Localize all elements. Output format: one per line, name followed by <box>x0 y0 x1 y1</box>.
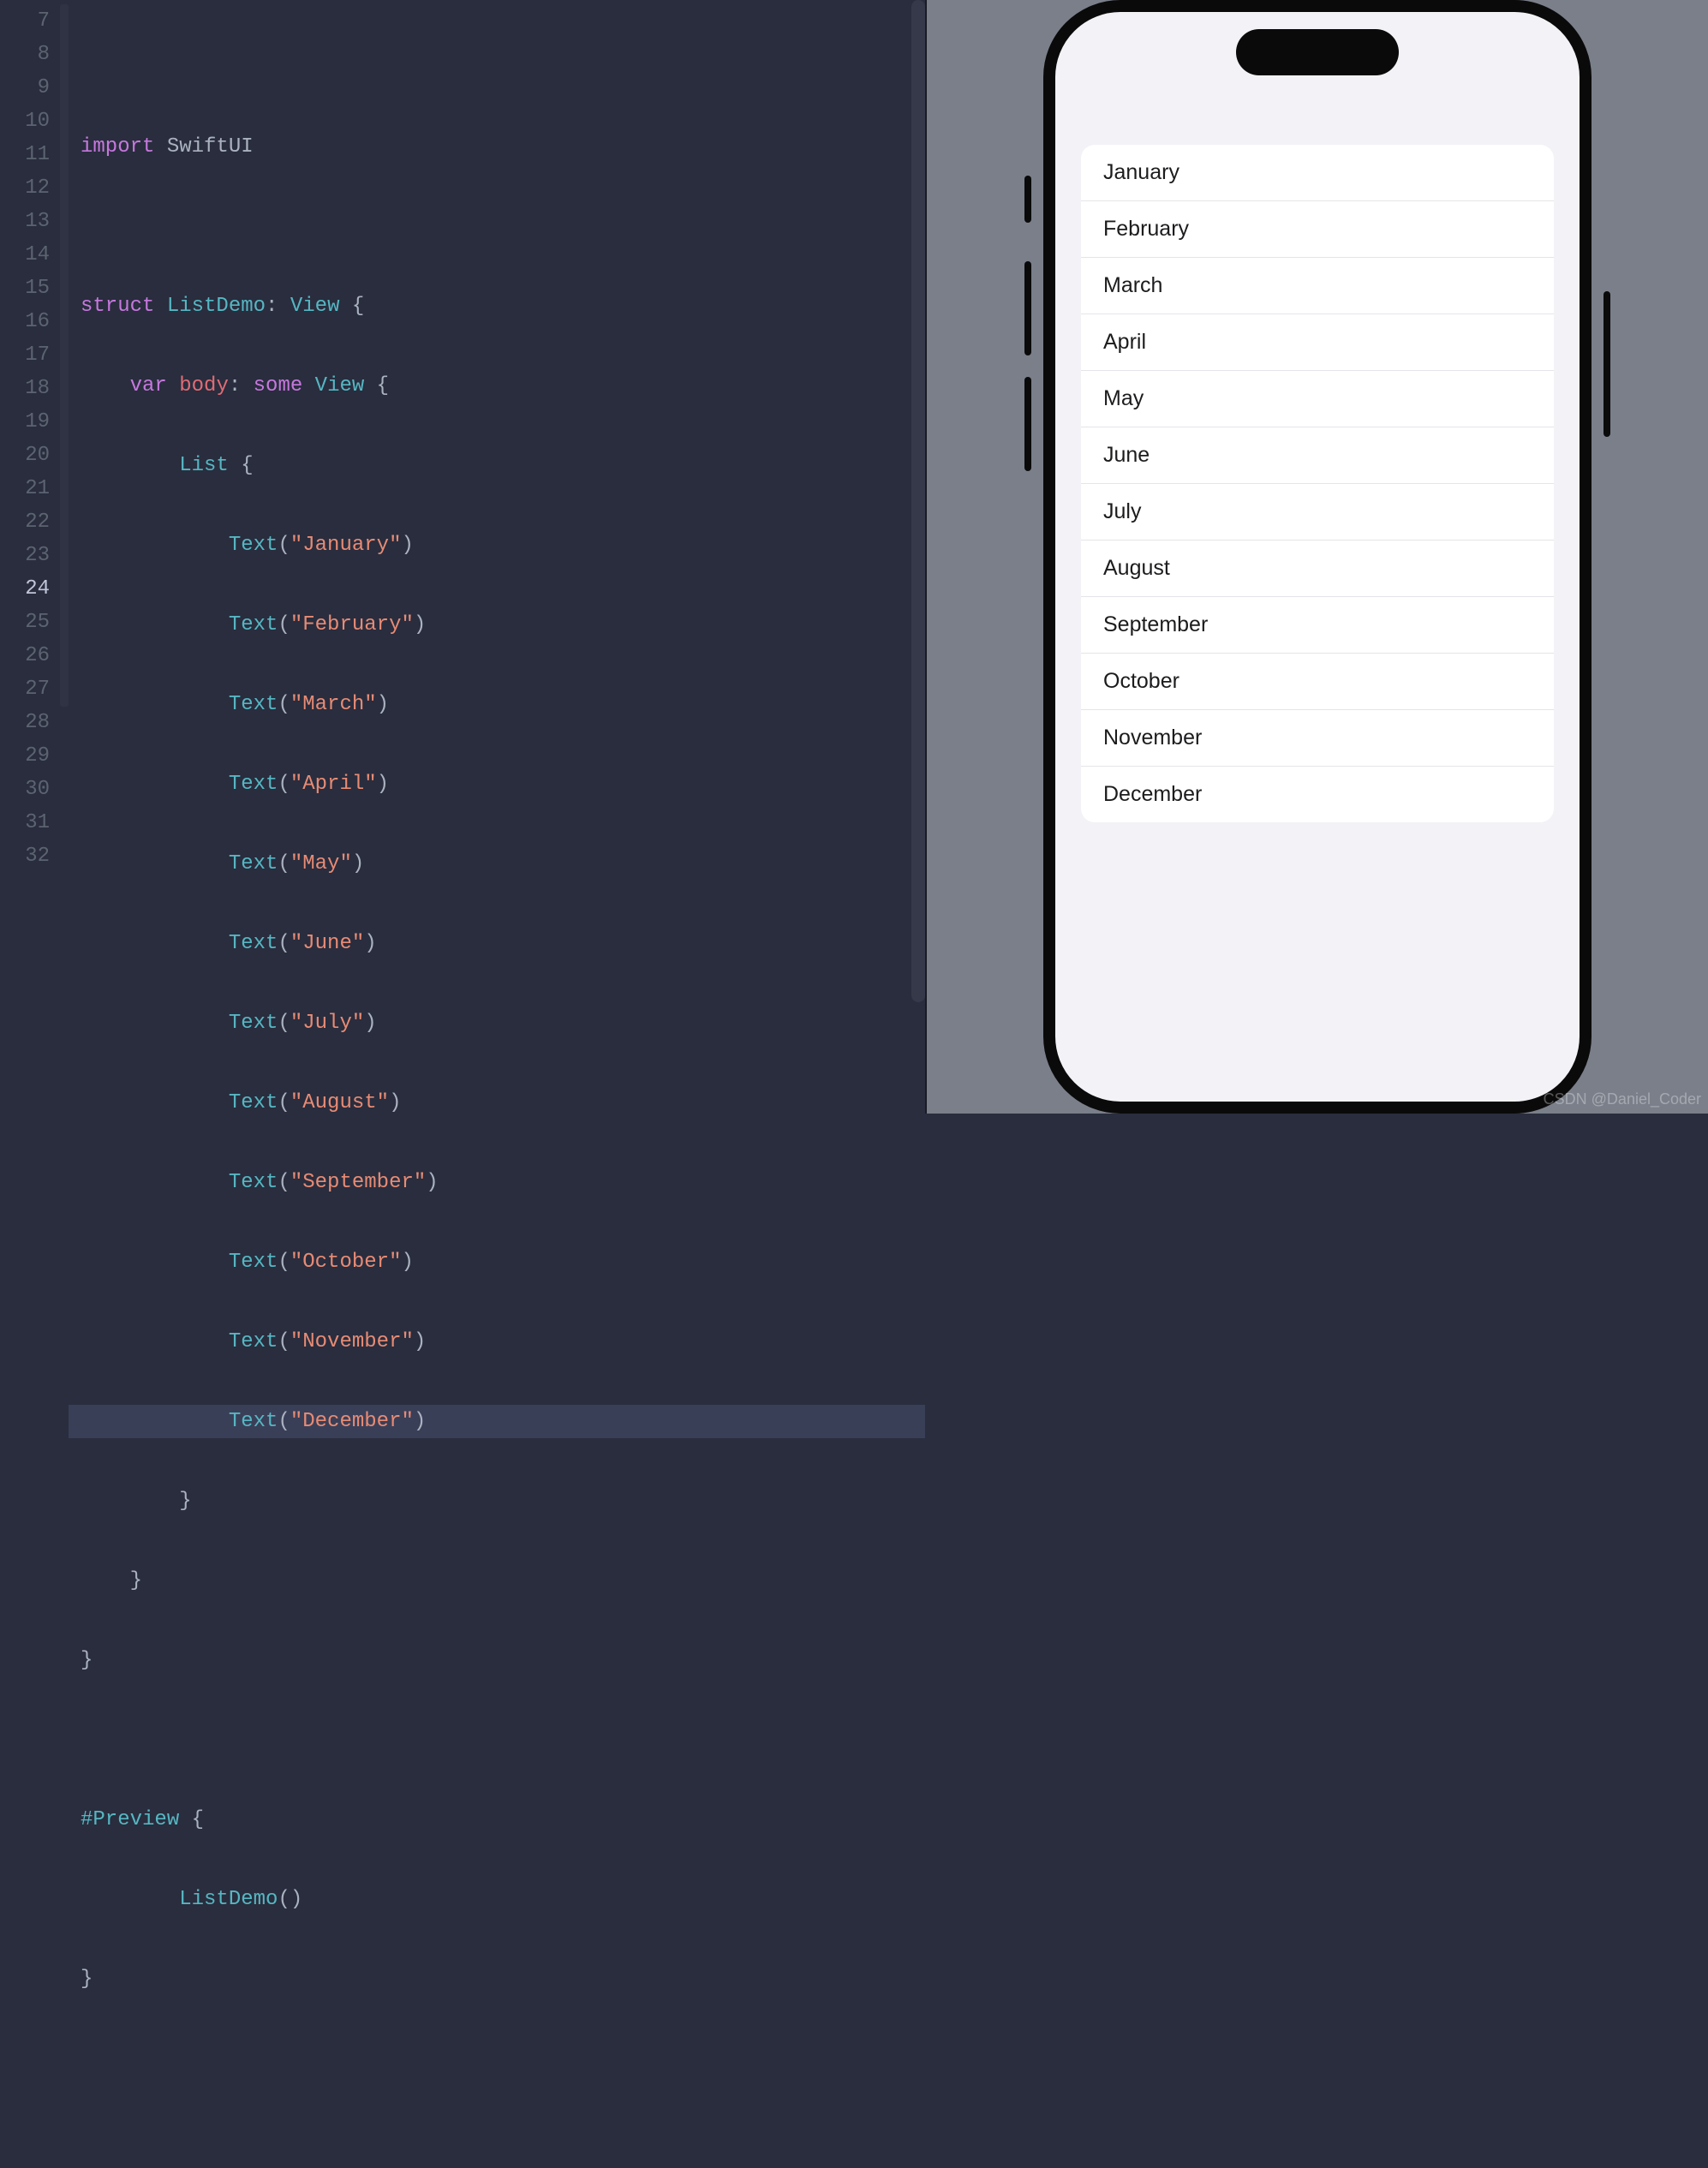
line-number: 27 <box>0 672 50 706</box>
list-item[interactable]: May <box>1081 371 1554 427</box>
list-item[interactable]: February <box>1081 201 1554 258</box>
code-line[interactable]: Text("March") <box>81 688 925 721</box>
line-number: 15 <box>0 272 50 305</box>
code-line[interactable]: Text("February") <box>81 608 925 642</box>
line-number: 18 <box>0 372 50 405</box>
code-line[interactable]: } <box>81 1962 925 1996</box>
line-number: 11 <box>0 138 50 171</box>
editor-vertical-scrollbar[interactable] <box>911 0 925 1002</box>
line-number: 9 <box>0 71 50 105</box>
code-line[interactable]: var body: some View { <box>81 369 925 403</box>
line-number: 23 <box>0 539 50 572</box>
list-item[interactable]: December <box>1081 767 1554 822</box>
list-item[interactable]: April <box>1081 314 1554 371</box>
code-line[interactable]: } <box>81 1484 925 1518</box>
line-number-gutter: 7 8 9 10 11 12 13 14 15 16 17 18 19 20 2… <box>0 0 60 1114</box>
line-number: 14 <box>0 238 50 272</box>
code-line[interactable]: Text("July") <box>81 1006 925 1040</box>
line-number: 20 <box>0 439 50 472</box>
code-line[interactable]: struct ListDemo: View { <box>81 290 925 323</box>
line-number: 25 <box>0 606 50 639</box>
line-number: 24 <box>0 572 50 606</box>
code-line[interactable] <box>81 1723 925 1757</box>
phone-power-button <box>1603 291 1610 437</box>
code-line[interactable]: Text("June") <box>81 927 925 960</box>
line-number: 22 <box>0 505 50 539</box>
list-item[interactable]: November <box>1081 710 1554 767</box>
line-number: 12 <box>0 171 50 205</box>
list-item[interactable]: June <box>1081 427 1554 484</box>
phone-silence-button <box>1024 176 1031 223</box>
line-number: 17 <box>0 338 50 372</box>
code-area[interactable]: import SwiftUI struct ListDemo: View { v… <box>69 0 925 1114</box>
code-line-current[interactable]: Text("December") <box>69 1405 925 1438</box>
line-number: 30 <box>0 773 50 806</box>
swiftui-preview-pane[interactable]: January February March April May June Ju… <box>925 0 1708 1114</box>
phone-volume-up-button <box>1024 261 1031 355</box>
line-number: 28 <box>0 706 50 739</box>
code-line[interactable] <box>81 210 925 243</box>
code-editor-pane[interactable]: 7 8 9 10 11 12 13 14 15 16 17 18 19 20 2… <box>0 0 925 1114</box>
line-number: 7 <box>0 4 50 38</box>
line-number: 8 <box>0 38 50 71</box>
code-line[interactable]: Text("October") <box>81 1245 925 1279</box>
list-item[interactable]: September <box>1081 597 1554 654</box>
list-item[interactable]: July <box>1081 484 1554 541</box>
line-number: 29 <box>0 739 50 773</box>
iphone-simulator-frame: January February March April May June Ju… <box>1043 0 1592 1114</box>
line-number: 13 <box>0 205 50 238</box>
swiftui-list[interactable]: January February March April May June Ju… <box>1081 145 1554 822</box>
code-line[interactable]: #Preview { <box>81 1803 925 1837</box>
line-number: 31 <box>0 806 50 839</box>
code-line[interactable]: Text("May") <box>81 847 925 881</box>
code-line[interactable]: Text("August") <box>81 1086 925 1120</box>
code-fold-strip[interactable] <box>60 4 69 707</box>
code-line[interactable] <box>81 2042 925 2075</box>
line-number: 26 <box>0 639 50 672</box>
line-number: 32 <box>0 839 50 873</box>
list-item[interactable]: August <box>1081 541 1554 597</box>
line-number: 16 <box>0 305 50 338</box>
code-line[interactable]: ListDemo() <box>81 1883 925 1916</box>
code-line[interactable]: } <box>81 1644 925 1677</box>
code-line[interactable] <box>81 51 925 84</box>
list-item[interactable]: October <box>1081 654 1554 710</box>
code-line[interactable]: Text("January") <box>81 529 925 562</box>
code-line[interactable]: } <box>81 1564 925 1598</box>
dynamic-island <box>1236 29 1399 75</box>
code-line[interactable]: List { <box>81 449 925 482</box>
code-line[interactable]: Text("April") <box>81 767 925 801</box>
line-number: 21 <box>0 472 50 505</box>
watermark-text: CSDN @Daniel_Coder <box>1544 1090 1701 1108</box>
code-line[interactable]: Text("November") <box>81 1325 925 1359</box>
list-item[interactable]: March <box>1081 258 1554 314</box>
line-number: 19 <box>0 405 50 439</box>
phone-volume-down-button <box>1024 377 1031 471</box>
code-line[interactable]: import SwiftUI <box>81 130 925 164</box>
line-number: 10 <box>0 105 50 138</box>
code-line[interactable]: Text("September") <box>81 1166 925 1199</box>
list-item[interactable]: January <box>1081 145 1554 201</box>
